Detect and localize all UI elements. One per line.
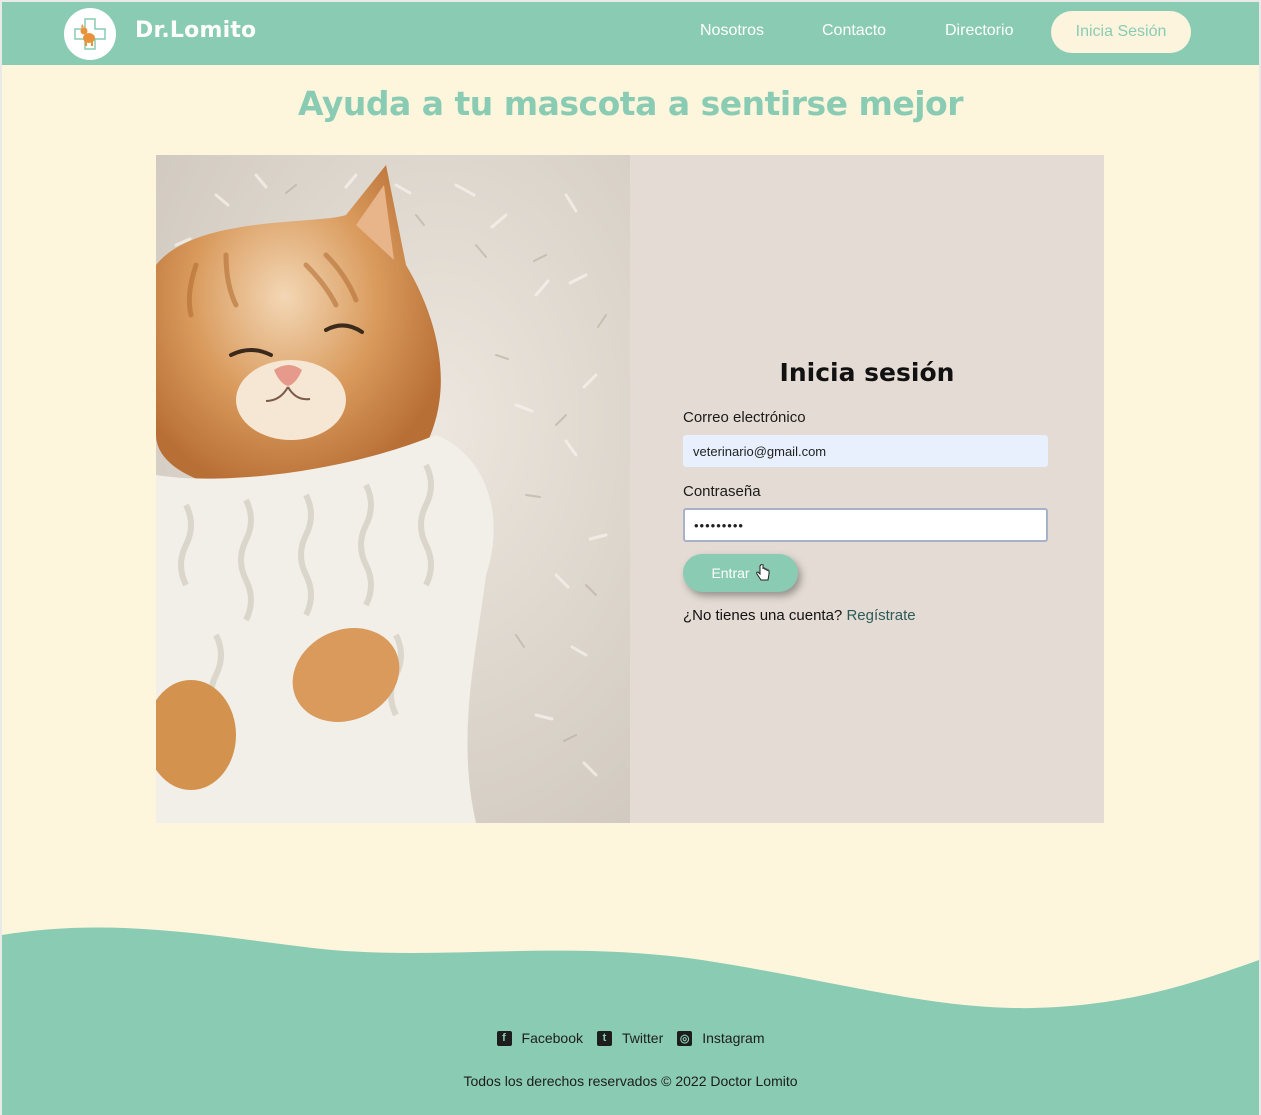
- register-prompt: ¿No tienes una cuenta? Regístrate: [683, 607, 916, 624]
- facebook-label: Facebook: [521, 1030, 583, 1046]
- navbar: Dr.Lomito Nosotros Contacto Directorio I…: [2, 2, 1259, 65]
- login-title: Inicia sesión: [779, 358, 955, 387]
- twitter-icon: t: [597, 1030, 612, 1046]
- twitter-link[interactable]: t Twitter: [597, 1030, 663, 1046]
- brand-name[interactable]: Dr.Lomito: [135, 18, 256, 43]
- login-form: Inicia sesión Correo electrónico veterin…: [630, 155, 1104, 823]
- nav-nosotros[interactable]: Nosotros: [700, 22, 764, 40]
- submit-button[interactable]: Entrar: [683, 554, 798, 592]
- register-link[interactable]: Regístrate: [846, 607, 915, 624]
- submit-button-label: Entrar: [711, 565, 750, 581]
- password-field[interactable]: •••••••••: [683, 508, 1048, 542]
- kitten-illustration: [156, 155, 630, 823]
- instagram-icon: ◎: [677, 1030, 693, 1046]
- copyright: Todos los derechos reservados © 2022 Doc…: [463, 1073, 798, 1089]
- page-title: Ayuda a tu mascota a sentirse mejor: [298, 84, 964, 123]
- nav-directorio[interactable]: Directorio: [945, 22, 1013, 40]
- instagram-link[interactable]: ◎ Instagram: [677, 1030, 764, 1046]
- kitten-photo: [156, 155, 630, 823]
- social-links: f Facebook t Twitter ◎ Instagram: [2, 1030, 1259, 1046]
- password-label: Contraseña: [683, 483, 761, 500]
- twitter-label: Twitter: [622, 1030, 664, 1046]
- vet-cross-dog-icon: [74, 18, 106, 50]
- hand-cursor-icon: [755, 564, 770, 581]
- email-label: Correo electrónico: [683, 409, 806, 426]
- facebook-link[interactable]: f Facebook: [496, 1030, 583, 1046]
- logo[interactable]: [64, 8, 116, 60]
- facebook-icon: f: [496, 1030, 512, 1046]
- email-field[interactable]: veterinario@gmail.com: [683, 435, 1048, 467]
- instagram-label: Instagram: [702, 1030, 765, 1046]
- login-nav-button[interactable]: Inicia Sesión: [1051, 11, 1191, 53]
- login-card: Inicia sesión Correo electrónico veterin…: [156, 155, 1104, 823]
- no-account-text: ¿No tienes una cuenta?: [683, 607, 843, 624]
- nav-contacto[interactable]: Contacto: [822, 22, 886, 40]
